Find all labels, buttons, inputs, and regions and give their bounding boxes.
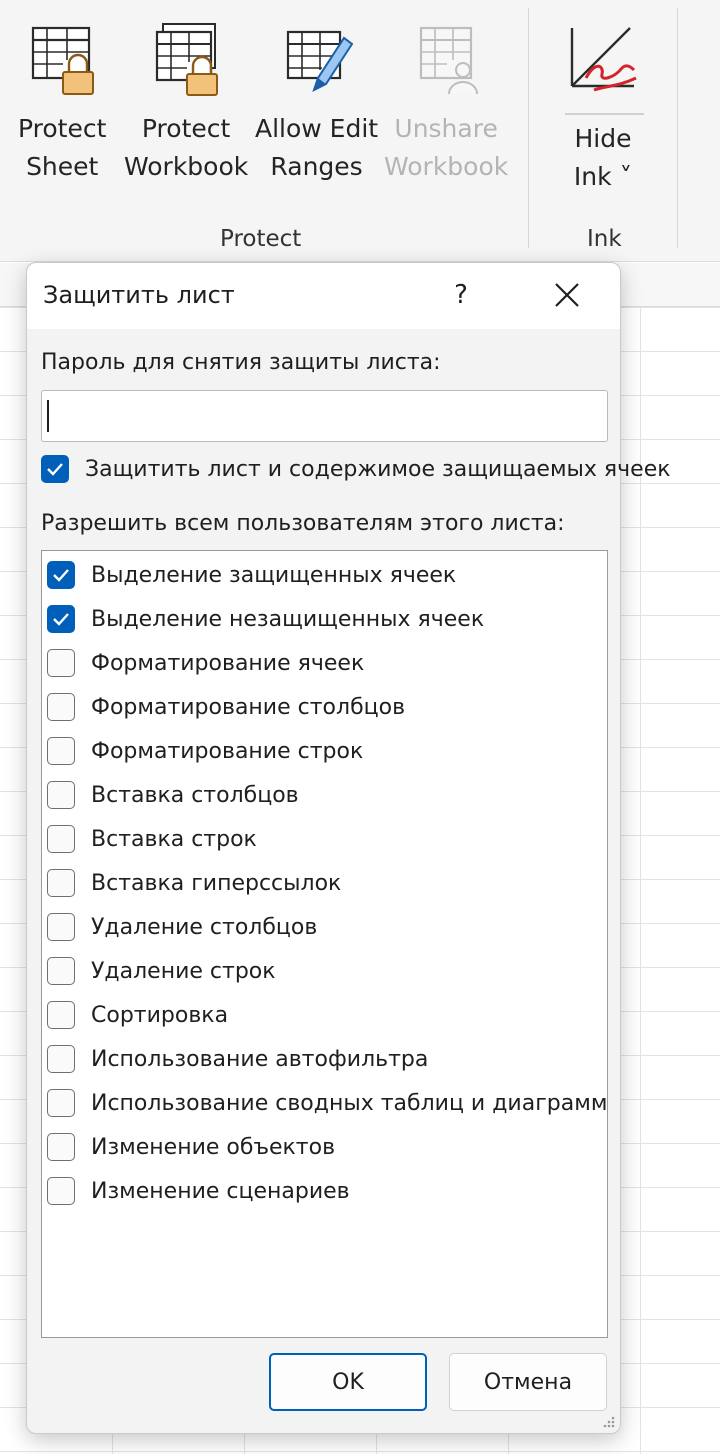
- permission-label: Форматирование ячеек: [91, 650, 365, 676]
- permission-edit-scenarios[interactable]: Изменение сценариев: [47, 1171, 350, 1211]
- protect-workbook-button[interactable]: Protect Workbook: [124, 20, 248, 186]
- permission-label: Форматирование столбцов: [91, 694, 406, 720]
- permission-checkbox[interactable]: [47, 1089, 75, 1117]
- protect-contents-checkbox-row[interactable]: Защитить лист и содержимое защищаемых яч…: [41, 455, 671, 483]
- protect-workbook-label-1: Protect: [141, 114, 231, 143]
- permission-delete-columns[interactable]: Удаление столбцов: [47, 907, 317, 947]
- allow-edit-ranges-button[interactable]: Allow Edit Ranges: [255, 20, 378, 186]
- checkmark-icon: [47, 463, 63, 476]
- unshare-workbook-button[interactable]: Unshare Workbook: [384, 20, 508, 186]
- unshare-workbook-icon: [407, 20, 485, 98]
- permission-label: Выделение незащищенных ячеек: [91, 606, 485, 632]
- checkmark-icon: [53, 613, 69, 626]
- permission-checkbox[interactable]: [47, 737, 75, 765]
- permission-label: Изменение сценариев: [91, 1178, 350, 1204]
- ok-button[interactable]: OK: [269, 1353, 427, 1411]
- ink-group-label: Ink: [587, 226, 622, 252]
- permission-edit-objects[interactable]: Изменение объектов: [47, 1127, 335, 1167]
- permission-checkbox[interactable]: [47, 781, 75, 809]
- hide-ink-label-2: Ink ˅: [573, 162, 633, 191]
- hide-ink-label-1: Hide: [574, 124, 632, 153]
- permission-checkbox[interactable]: [47, 561, 75, 589]
- hide-ink-icon: [564, 20, 642, 98]
- ribbon-review-tab: Protect Sheet Protect Workbook Allow Edi…: [0, 0, 720, 262]
- permission-checkbox[interactable]: [47, 649, 75, 677]
- unshare-workbook-label-1: Unshare: [394, 114, 498, 143]
- permission-checkbox[interactable]: [47, 869, 75, 897]
- permission-checkbox[interactable]: [47, 1177, 75, 1205]
- permission-checkbox[interactable]: [47, 1045, 75, 1073]
- protect-workbook-icon: [147, 20, 225, 98]
- protect-group-label: Protect: [220, 226, 302, 252]
- hide-ink-divider: [565, 113, 644, 115]
- protect-sheet-dialog: Защитить лист ? Пароль для снятия защиты…: [26, 262, 671, 1434]
- permission-insert-rows[interactable]: Вставка строк: [47, 819, 257, 859]
- password-input[interactable]: [41, 390, 608, 442]
- permission-checkbox[interactable]: [47, 1133, 75, 1161]
- dialog-title: Защитить лист: [43, 281, 235, 309]
- permission-pivot-tables[interactable]: Использование сводных таблиц и диаграмм: [47, 1083, 607, 1123]
- permission-label: Вставка гиперссылок: [91, 870, 342, 896]
- permission-checkbox[interactable]: [47, 1001, 75, 1029]
- permission-label: Вставка столбцов: [91, 782, 299, 808]
- protect-sheet-icon: [23, 20, 101, 98]
- permission-format-cells[interactable]: Форматирование ячеек: [47, 643, 364, 683]
- permission-label: Выделение защищенных ячеек: [91, 562, 457, 588]
- permission-checkbox[interactable]: [47, 913, 75, 941]
- permission-label: Сортировка: [91, 1002, 229, 1028]
- permissions-list[interactable]: Выделение защищенных ячеек Выделение нез…: [41, 550, 608, 1338]
- allow-edit-ranges-label-1: Allow Edit: [255, 114, 379, 143]
- permission-format-columns[interactable]: Форматирование столбцов: [47, 687, 405, 727]
- protect-sheet-label-2: Sheet: [26, 152, 99, 181]
- allow-users-label: Разрешить всем пользователям этого листа…: [41, 511, 565, 536]
- permission-insert-hyperlinks[interactable]: Вставка гиперссылок: [47, 863, 341, 903]
- permission-select-unlocked-cells[interactable]: Выделение незащищенных ячеек: [47, 599, 484, 639]
- protect-sheet-label-1: Protect: [18, 114, 107, 143]
- hide-ink-button[interactable]: Hide Ink ˅: [564, 20, 642, 196]
- permission-autofilter[interactable]: Использование автофильтра: [47, 1039, 428, 1079]
- permission-label: Удаление столбцов: [91, 914, 318, 940]
- permission-checkbox[interactable]: [47, 825, 75, 853]
- permission-checkbox[interactable]: [47, 605, 75, 633]
- permission-label: Использование сводных таблиц и диаграмм: [91, 1090, 608, 1116]
- protect-contents-label: Защитить лист и содержимое защищаемых яч…: [85, 456, 671, 482]
- permission-format-rows[interactable]: Форматирование строк: [47, 731, 363, 771]
- permission-select-locked-cells[interactable]: Выделение защищенных ячеек: [47, 555, 456, 595]
- dialog-titlebar: Защитить лист ?: [27, 263, 620, 329]
- close-button[interactable]: [545, 273, 589, 317]
- cancel-button[interactable]: Отмена: [449, 1353, 607, 1411]
- permission-label: Использование автофильтра: [91, 1046, 429, 1072]
- allow-edit-ranges-label-2: Ranges: [270, 152, 363, 181]
- permission-checkbox[interactable]: [47, 693, 75, 721]
- checkmark-icon: [53, 569, 69, 582]
- protect-contents-checkbox[interactable]: [41, 455, 69, 483]
- permission-sort[interactable]: Сортировка: [47, 995, 228, 1035]
- help-button[interactable]: ?: [445, 273, 477, 317]
- permission-insert-columns[interactable]: Вставка столбцов: [47, 775, 299, 815]
- unshare-workbook-label-2: Workbook: [384, 152, 509, 181]
- protect-workbook-label-2: Workbook: [124, 152, 249, 181]
- ribbon-group-separator: [528, 8, 529, 248]
- permission-label: Форматирование строк: [91, 738, 364, 764]
- permission-delete-rows[interactable]: Удаление строк: [47, 951, 276, 991]
- allow-edit-ranges-icon: [278, 20, 356, 98]
- password-label: Пароль для снятия защиты листа:: [41, 350, 441, 375]
- permission-label: Вставка строк: [91, 826, 257, 852]
- permission-checkbox[interactable]: [47, 957, 75, 985]
- text-caret: [47, 400, 49, 432]
- permission-label: Изменение объектов: [91, 1134, 336, 1160]
- resize-grip-icon[interactable]: [600, 1413, 616, 1429]
- ribbon-group-separator-2: [677, 8, 678, 248]
- permission-label: Удаление строк: [91, 958, 276, 984]
- close-icon: [555, 283, 579, 307]
- protect-sheet-button[interactable]: Protect Sheet: [18, 20, 106, 186]
